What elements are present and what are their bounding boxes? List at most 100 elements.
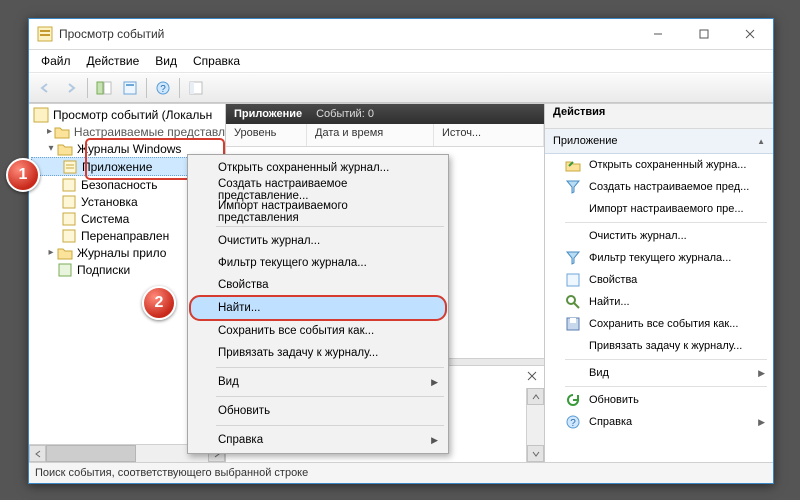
action-find[interactable]: Найти... (545, 291, 773, 313)
action-help-label: Справка (589, 416, 632, 428)
ctx-find[interactable]: Найти... (190, 296, 446, 320)
close-button[interactable] (727, 19, 773, 49)
ctx-separator (216, 367, 444, 368)
action-open-saved-log-label: Открыть сохраненный журна... (589, 159, 746, 171)
blank-icon (565, 228, 581, 244)
menu-action[interactable]: Действие (81, 52, 146, 70)
scroll-thumb[interactable] (46, 445, 136, 462)
menu-file[interactable]: Файл (35, 52, 77, 70)
expander-icon[interactable]: ▾ (45, 143, 57, 154)
filter-custom-icon (565, 179, 581, 195)
titlebar: Просмотр событий (29, 19, 773, 50)
statusbar-text: Поиск события, соответствующего выбранно… (35, 467, 308, 479)
scroll-up-button[interactable] (527, 388, 544, 405)
action-create-custom-view-label: Создать настраиваемое пред... (589, 181, 749, 193)
event-viewer-icon (33, 107, 49, 123)
column-level[interactable]: Уровень (226, 124, 307, 146)
properties-icon (565, 272, 581, 288)
tree-system-label: Система (81, 212, 129, 226)
action-attach-task[interactable]: Привязать задачу к журналу... (545, 335, 773, 357)
ctx-separator (216, 425, 444, 426)
app-icon (37, 26, 53, 42)
action-create-custom-view[interactable]: Создать настраиваемое пред... (545, 176, 773, 198)
actions-pane-subtitle[interactable]: Приложение ▲ (545, 129, 773, 154)
ctx-clear-log-label: Очистить журнал... (218, 235, 320, 247)
context-menu: Открыть сохраненный журнал... Создать на… (187, 154, 449, 454)
action-save-all-label: Сохранить все события как... (589, 318, 738, 330)
menu-view[interactable]: Вид (149, 52, 183, 70)
ctx-create-custom-view-label: Создать настраиваемое представление... (218, 178, 426, 202)
tree-root-label: Просмотр событий (Локальн (53, 108, 212, 122)
action-import-custom-view[interactable]: Импорт настраиваемого пре... (545, 198, 773, 220)
action-clear-log[interactable]: Очистить журнал... (545, 225, 773, 247)
ctx-import-custom-view[interactable]: Импорт настраиваемого представления (190, 201, 446, 223)
blank-icon (565, 201, 581, 217)
detail-close-button[interactable] (524, 368, 540, 384)
expander-icon[interactable]: ▸ (45, 126, 54, 137)
ctx-import-custom-view-label: Импорт настраиваемого представления (218, 200, 426, 224)
toolbar-help-button[interactable]: ? (151, 76, 175, 100)
action-properties[interactable]: Свойства (545, 269, 773, 291)
action-import-custom-view-label: Импорт настраиваемого пре... (589, 203, 744, 215)
tree-application-label: Приложение (82, 160, 152, 174)
action-filter-log[interactable]: Фильтр текущего журнала... (545, 247, 773, 269)
refresh-icon (565, 392, 581, 408)
statusbar: Поиск события, соответствующего выбранно… (29, 462, 773, 483)
toolbar-forward-button (59, 76, 83, 100)
scroll-track[interactable] (46, 445, 208, 462)
action-properties-label: Свойства (589, 274, 637, 286)
blank-icon (565, 338, 581, 354)
toolbar-refresh-button[interactable] (184, 76, 208, 100)
tree-setup-label: Установка (81, 195, 138, 209)
help-icon: ? (565, 414, 581, 430)
menu-help[interactable]: Справка (187, 52, 246, 70)
column-source[interactable]: Источ... (434, 124, 544, 146)
toolbar-properties-button[interactable] (118, 76, 142, 100)
action-filter-log-label: Фильтр текущего журнала... (589, 252, 731, 264)
ctx-save-all[interactable]: Сохранить все события как... (190, 320, 446, 342)
detail-vscrollbar[interactable] (526, 388, 544, 462)
ctx-clear-log[interactable]: Очистить журнал... (190, 230, 446, 252)
workspace: Просмотр событий (Локальн ▸ Настраиваемы… (29, 103, 773, 462)
subscriptions-icon (57, 262, 73, 278)
toolbar-show-tree-button[interactable] (92, 76, 116, 100)
ctx-filter-log[interactable]: Фильтр текущего журнала... (190, 252, 446, 274)
scroll-down-button[interactable] (527, 445, 544, 462)
actions-subtitle-text: Приложение (553, 135, 618, 147)
action-open-saved-log[interactable]: Открыть сохраненный журна... (545, 154, 773, 176)
ctx-find-label: Найти... (218, 302, 260, 314)
callout-badge-2: 2 (142, 286, 176, 320)
action-view-label: Вид (589, 367, 609, 379)
tree-custom-views-label: Настраиваемые представл (74, 125, 225, 139)
action-refresh[interactable]: Обновить (545, 389, 773, 411)
ctx-help-label: Справка (218, 434, 263, 446)
action-separator (565, 222, 767, 223)
maximize-button[interactable] (681, 19, 727, 49)
ctx-create-custom-view[interactable]: Создать настраиваемое представление... (190, 179, 446, 201)
folder-icon (57, 141, 73, 157)
ctx-attach-task[interactable]: Привязать задачу к журналу... (190, 342, 446, 364)
log-icon (61, 194, 77, 210)
tree-root[interactable]: Просмотр событий (Локальн (31, 106, 225, 123)
ctx-help[interactable]: Справка▶ (190, 429, 446, 451)
tree-windows-logs-label: Журналы Windows (77, 142, 181, 156)
find-icon (565, 294, 581, 310)
ctx-properties[interactable]: Свойства (190, 274, 446, 296)
action-view[interactable]: Вид ▶ (545, 362, 773, 384)
scroll-left-button[interactable] (29, 445, 46, 462)
ctx-view[interactable]: Вид▶ (190, 371, 446, 393)
tree-custom-views[interactable]: ▸ Настраиваемые представл (31, 123, 225, 140)
save-icon (565, 316, 581, 332)
expander-icon[interactable]: ▸ (45, 247, 57, 258)
ctx-refresh[interactable]: Обновить (190, 400, 446, 422)
action-help[interactable]: ? Справка ▶ (545, 411, 773, 433)
chevron-right-icon: ▶ (758, 417, 765, 428)
scroll-track[interactable] (527, 405, 544, 445)
log-icon (61, 228, 77, 244)
collapse-icon: ▲ (757, 137, 765, 146)
minimize-button[interactable] (635, 19, 681, 49)
action-save-all[interactable]: Сохранить все события как... (545, 313, 773, 335)
toolbar-separator (87, 78, 88, 98)
ctx-open-saved-log[interactable]: Открыть сохраненный журнал... (190, 157, 446, 179)
column-datetime[interactable]: Дата и время (307, 124, 434, 146)
